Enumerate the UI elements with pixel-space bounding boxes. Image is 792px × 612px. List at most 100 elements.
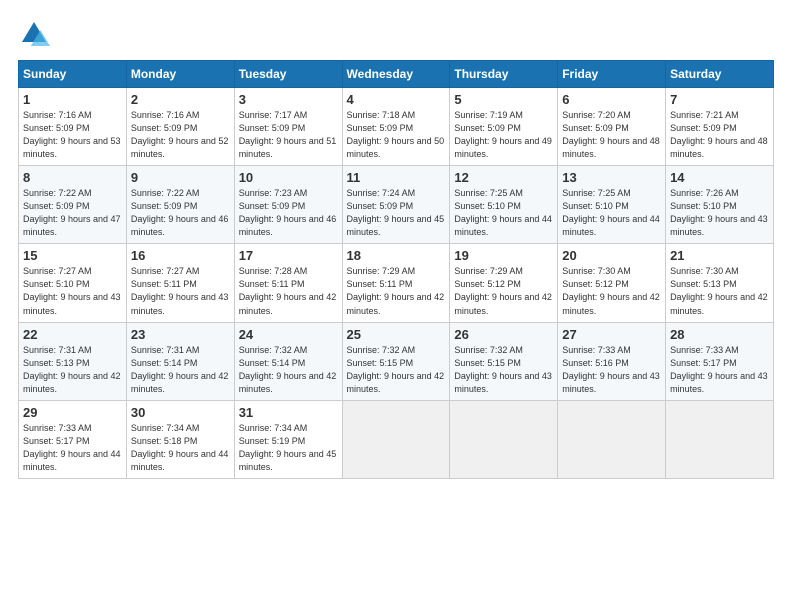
- calendar-cell: 12 Sunrise: 7:25 AM Sunset: 5:10 PM Dayli…: [450, 166, 558, 244]
- day-info: Sunrise: 7:17 AM Sunset: 5:09 PM Dayligh…: [239, 109, 338, 161]
- day-number: 22: [23, 327, 122, 342]
- day-number: 18: [347, 248, 446, 263]
- calendar-cell: 16Sunrise: 7:27 AM Sunset: 5:11 PM Dayli…: [126, 244, 234, 322]
- calendar-cell: 2 Sunrise: 7:16 AM Sunset: 5:09 PM Daylig…: [126, 88, 234, 166]
- calendar-cell: 11Sunrise: 7:24 AM Sunset: 5:09 PM Dayli…: [342, 166, 450, 244]
- calendar-cell: 30 Sunrise: 7:34 AM Sunset: 5:18 PM Dayli…: [126, 400, 234, 478]
- day-number: 1: [23, 92, 122, 107]
- day-number: 24: [239, 327, 338, 342]
- calendar-weekday-sunday: Sunday: [19, 61, 127, 88]
- day-info: Sunrise: 7:34 AM Sunset: 5:19 PM Dayligh…: [239, 422, 338, 474]
- day-info: Sunrise: 7:27 AM Sunset: 5:11 PM Dayligh…: [131, 265, 230, 317]
- day-info: Sunrise: 7:18 AM Sunset: 5:09 PM Dayligh…: [347, 109, 446, 161]
- calendar-weekday-saturday: Saturday: [666, 61, 774, 88]
- calendar-cell: 14 Sunrise: 7:26 AM Sunset: 5:10 PM Dayli…: [666, 166, 774, 244]
- day-info: Sunrise: 7:31 AM Sunset: 5:13 PM Dayligh…: [23, 344, 122, 396]
- day-info: Sunrise: 7:22 AM Sunset: 5:09 PM Dayligh…: [131, 187, 230, 239]
- calendar-cell: 15 Sunrise: 7:27 AM Sunset: 5:10 PM Dayli…: [19, 244, 127, 322]
- calendar-week-row: 29 Sunrise: 7:33 AM Sunset: 5:17 PM Dayli…: [19, 400, 774, 478]
- day-info: Sunrise: 7:19 AM Sunset: 5:09 PM Dayligh…: [454, 109, 553, 161]
- day-number: 26: [454, 327, 553, 342]
- day-number: 25: [347, 327, 446, 342]
- calendar-weekday-friday: Friday: [558, 61, 666, 88]
- calendar-cell: 28 Sunrise: 7:33 AM Sunset: 5:17 PM Dayli…: [666, 322, 774, 400]
- day-number: 2: [131, 92, 230, 107]
- day-number: 28: [670, 327, 769, 342]
- main-container: SundayMondayTuesdayWednesdayThursdayFrid…: [0, 0, 792, 489]
- calendar-cell: 21 Sunrise: 7:30 AM Sunset: 5:13 PM Dayli…: [666, 244, 774, 322]
- day-number: 13: [562, 170, 661, 185]
- day-info: Sunrise: 7:29 AM Sunset: 5:12 PM Dayligh…: [454, 265, 553, 317]
- calendar-cell: 31 Sunrise: 7:34 AM Sunset: 5:19 PM Dayli…: [234, 400, 342, 478]
- calendar-cell: [558, 400, 666, 478]
- day-info: Sunrise: 7:25 AM Sunset: 5:10 PM Dayligh…: [562, 187, 661, 239]
- calendar-cell: 19 Sunrise: 7:29 AM Sunset: 5:12 PM Dayli…: [450, 244, 558, 322]
- day-number: 29: [23, 405, 122, 420]
- day-number: 27: [562, 327, 661, 342]
- calendar-cell: 10 Sunrise: 7:23 AM Sunset: 5:09 PM Dayli…: [234, 166, 342, 244]
- day-info: Sunrise: 7:29 AM Sunset: 5:11 PM Dayligh…: [347, 265, 446, 317]
- day-info: Sunrise: 7:22 AM Sunset: 5:09 PM Dayligh…: [23, 187, 122, 239]
- calendar-cell: 1 Sunrise: 7:16 AM Sunset: 5:09 PM Daylig…: [19, 88, 127, 166]
- calendar-cell: [342, 400, 450, 478]
- day-info: Sunrise: 7:33 AM Sunset: 5:17 PM Dayligh…: [23, 422, 122, 474]
- day-info: Sunrise: 7:32 AM Sunset: 5:15 PM Dayligh…: [454, 344, 553, 396]
- calendar-cell: [450, 400, 558, 478]
- day-info: Sunrise: 7:16 AM Sunset: 5:09 PM Dayligh…: [131, 109, 230, 161]
- day-info: Sunrise: 7:31 AM Sunset: 5:14 PM Dayligh…: [131, 344, 230, 396]
- calendar-cell: [666, 400, 774, 478]
- calendar-week-row: 8Sunrise: 7:22 AM Sunset: 5:09 PM Daylig…: [19, 166, 774, 244]
- day-info: Sunrise: 7:26 AM Sunset: 5:10 PM Dayligh…: [670, 187, 769, 239]
- calendar-cell: 20Sunrise: 7:30 AM Sunset: 5:12 PM Dayli…: [558, 244, 666, 322]
- calendar-cell: 27 Sunrise: 7:33 AM Sunset: 5:16 PM Dayli…: [558, 322, 666, 400]
- logo-icon: [18, 18, 50, 50]
- day-info: Sunrise: 7:16 AM Sunset: 5:09 PM Dayligh…: [23, 109, 122, 161]
- calendar-cell: 13 Sunrise: 7:25 AM Sunset: 5:10 PM Dayli…: [558, 166, 666, 244]
- calendar-cell: 23 Sunrise: 7:31 AM Sunset: 5:14 PM Dayli…: [126, 322, 234, 400]
- calendar-table: SundayMondayTuesdayWednesdayThursdayFrid…: [18, 60, 774, 479]
- calendar-weekday-tuesday: Tuesday: [234, 61, 342, 88]
- calendar-week-row: 22 Sunrise: 7:31 AM Sunset: 5:13 PM Dayli…: [19, 322, 774, 400]
- day-number: 11: [347, 170, 446, 185]
- calendar-weekday-thursday: Thursday: [450, 61, 558, 88]
- day-info: Sunrise: 7:30 AM Sunset: 5:13 PM Dayligh…: [670, 265, 769, 317]
- day-number: 30: [131, 405, 230, 420]
- day-info: Sunrise: 7:27 AM Sunset: 5:10 PM Dayligh…: [23, 265, 122, 317]
- day-number: 23: [131, 327, 230, 342]
- day-number: 17: [239, 248, 338, 263]
- day-number: 21: [670, 248, 769, 263]
- day-info: Sunrise: 7:34 AM Sunset: 5:18 PM Dayligh…: [131, 422, 230, 474]
- calendar-cell: 26 Sunrise: 7:32 AM Sunset: 5:15 PM Dayli…: [450, 322, 558, 400]
- calendar-cell: 22 Sunrise: 7:31 AM Sunset: 5:13 PM Dayli…: [19, 322, 127, 400]
- calendar-week-row: 15 Sunrise: 7:27 AM Sunset: 5:10 PM Dayli…: [19, 244, 774, 322]
- calendar-cell: 4 Sunrise: 7:18 AM Sunset: 5:09 PM Daylig…: [342, 88, 450, 166]
- calendar-week-row: 1 Sunrise: 7:16 AM Sunset: 5:09 PM Daylig…: [19, 88, 774, 166]
- day-info: Sunrise: 7:32 AM Sunset: 5:15 PM Dayligh…: [347, 344, 446, 396]
- day-number: 10: [239, 170, 338, 185]
- calendar-cell: 6Sunrise: 7:20 AM Sunset: 5:09 PM Daylig…: [558, 88, 666, 166]
- day-number: 12: [454, 170, 553, 185]
- day-number: 4: [347, 92, 446, 107]
- calendar-cell: 9 Sunrise: 7:22 AM Sunset: 5:09 PM Daylig…: [126, 166, 234, 244]
- day-number: 6: [562, 92, 661, 107]
- day-number: 19: [454, 248, 553, 263]
- day-number: 14: [670, 170, 769, 185]
- day-info: Sunrise: 7:33 AM Sunset: 5:16 PM Dayligh…: [562, 344, 661, 396]
- day-info: Sunrise: 7:23 AM Sunset: 5:09 PM Dayligh…: [239, 187, 338, 239]
- day-number: 9: [131, 170, 230, 185]
- day-info: Sunrise: 7:25 AM Sunset: 5:10 PM Dayligh…: [454, 187, 553, 239]
- day-number: 31: [239, 405, 338, 420]
- logo: [18, 18, 54, 50]
- calendar-weekday-wednesday: Wednesday: [342, 61, 450, 88]
- calendar-cell: 5 Sunrise: 7:19 AM Sunset: 5:09 PM Daylig…: [450, 88, 558, 166]
- day-number: 7: [670, 92, 769, 107]
- calendar-cell: 8Sunrise: 7:22 AM Sunset: 5:09 PM Daylig…: [19, 166, 127, 244]
- day-info: Sunrise: 7:33 AM Sunset: 5:17 PM Dayligh…: [670, 344, 769, 396]
- calendar-cell: 24Sunrise: 7:32 AM Sunset: 5:14 PM Dayli…: [234, 322, 342, 400]
- calendar-cell: 29 Sunrise: 7:33 AM Sunset: 5:17 PM Dayli…: [19, 400, 127, 478]
- calendar-weekday-monday: Monday: [126, 61, 234, 88]
- header: [18, 18, 774, 50]
- day-number: 5: [454, 92, 553, 107]
- calendar-cell: 17Sunrise: 7:28 AM Sunset: 5:11 PM Dayli…: [234, 244, 342, 322]
- day-number: 15: [23, 248, 122, 263]
